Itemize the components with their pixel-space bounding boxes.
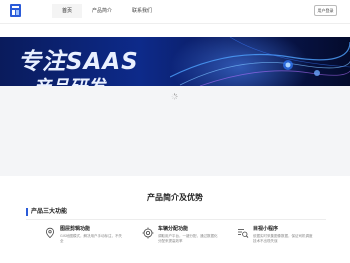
banner-wave-graphic — [170, 37, 350, 86]
feature-card: 目视小程序 依据实时采集图像数据，保证司机调度技术不出现失误 — [237, 225, 327, 263]
subhead-accent-bar — [26, 208, 28, 216]
main-nav: 首页 产品简介 联系我们 — [52, 4, 162, 18]
logo-icon[interactable] — [10, 4, 21, 17]
page: 首页 产品简介 联系我们 用户登录 专注SAAS 产品研发 — [0, 0, 350, 263]
subhead-title: 产品三大功能 — [31, 208, 68, 215]
user-login-button[interactable]: 用户登录 — [314, 5, 337, 16]
feature-name: 目视小程序 — [253, 226, 279, 232]
nav-item-products[interactable]: 产品简介 — [82, 4, 122, 18]
hero-banner: 专注SAAS 产品研发 — [0, 37, 350, 86]
location-pin-icon — [45, 227, 55, 239]
feature-name: 图层剪辑功能 — [60, 226, 91, 232]
feature-description: 依据实时采集图像数据，保证司机调度技术不出现失误 — [253, 234, 313, 243]
feature-description: GIS地图模式，解决用户手动标注，不失全 — [60, 234, 122, 243]
top-navbar: 首页 产品简介 联系我们 用户登录 — [0, 0, 350, 24]
divider — [26, 219, 326, 220]
crosshair-icon — [142, 227, 154, 239]
feature-card: 车辆分配功能 调取用户平台，一键分配，通过数据化分配来提高效率 — [142, 225, 232, 263]
banner-subtitle: 产品研发 — [33, 73, 105, 86]
feature-description: 调取用户平台，一键分配，通过数据化分配来提高效率 — [158, 234, 218, 243]
list-search-icon — [238, 229, 249, 238]
nav-item-home[interactable]: 首页 — [52, 4, 83, 18]
loading-spinner-icon — [171, 93, 178, 100]
nav-item-contact[interactable]: 联系我们 — [122, 4, 162, 18]
feature-name: 车辆分配功能 — [158, 226, 189, 232]
feature-card: 图层剪辑功能 GIS地图模式，解决用户手动标注，不失全 — [44, 225, 134, 263]
banner-title: 专注SAAS — [18, 49, 139, 75]
section-title: 产品简介及优势 — [147, 193, 203, 202]
